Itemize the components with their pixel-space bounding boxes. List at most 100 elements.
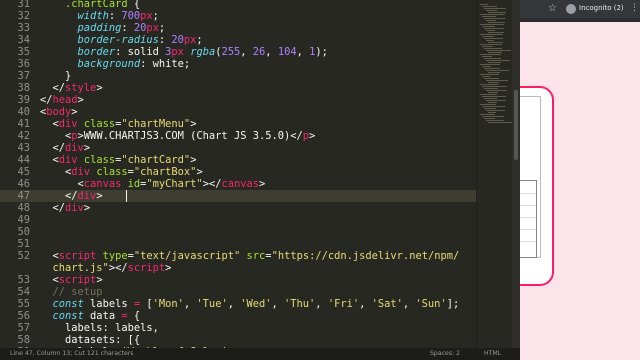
- minimap-line: [484, 118, 495, 119]
- line-number: 36: [17, 58, 30, 70]
- minimap-line: [480, 84, 498, 85]
- code-line[interactable]: 56 const data = {: [0, 310, 476, 322]
- code-text[interactable]: <script type="text/javascript" src="http…: [40, 250, 460, 262]
- chart-gridline: [520, 229, 536, 230]
- minimap-line: [480, 34, 503, 35]
- code-text[interactable]: // setup: [40, 286, 103, 298]
- minimap-line: [488, 32, 504, 33]
- line-number: 46: [17, 178, 30, 190]
- code-text[interactable]: .chartCard {: [40, 0, 140, 10]
- code-text[interactable]: <div class="chartCard">: [40, 154, 197, 166]
- code-text[interactable]: </div>: [40, 142, 91, 154]
- incognito-icon: [566, 4, 576, 14]
- minimap-line: [488, 22, 505, 23]
- code-line[interactable]: 53 <script>: [0, 274, 476, 286]
- code-line[interactable]: 55 const labels = ['Mon', 'Tue', 'Wed', …: [0, 298, 476, 310]
- minimap-line: [488, 52, 502, 53]
- code-line[interactable]: 34 border-radius: 20px;: [0, 34, 476, 46]
- code-text[interactable]: const data = {: [40, 310, 141, 322]
- minimap-line: [486, 60, 510, 61]
- minimap-line: [484, 48, 502, 49]
- line-number: 57: [17, 322, 30, 334]
- code-text[interactable]: <script>: [40, 274, 103, 286]
- indentation-setting[interactable]: Spaces: 2: [430, 348, 460, 360]
- code-line[interactable]: 39 </head>: [0, 94, 476, 106]
- star-icon[interactable]: ☆: [548, 3, 557, 14]
- code-line[interactable]: 44 <div class="chartCard">: [0, 154, 476, 166]
- code-line[interactable]: 48 </div>: [0, 202, 476, 214]
- browser-window: ☆ Incognito (2) ⋮: [520, 0, 640, 360]
- code-line[interactable]: 37 }: [0, 70, 476, 82]
- code-line[interactable]: 36 background: white;: [0, 58, 476, 70]
- incognito-label[interactable]: Incognito (2): [579, 4, 624, 12]
- minimap-line: [482, 86, 507, 87]
- code-text[interactable]: datasets: [{: [40, 334, 140, 346]
- code-line[interactable]: 38 </style>: [0, 82, 476, 94]
- code-text[interactable]: border: solid 3px rgba(255, 26, 104, 1);: [40, 46, 328, 58]
- code-text[interactable]: chart.js"></script>: [40, 262, 172, 274]
- minimap-line: [482, 66, 491, 67]
- code-line[interactable]: 50: [0, 226, 476, 238]
- code-text[interactable]: <p>WWW.CHARTJS3.COM (Chart JS 3.5.0)</p>: [40, 130, 315, 142]
- code-text[interactable]: border-radius: 20px;: [40, 34, 203, 46]
- editor-scrollbar[interactable]: [512, 0, 520, 348]
- code-line[interactable]: 31 .chartCard {: [0, 0, 476, 10]
- line-number: 56: [17, 310, 30, 322]
- code-text[interactable]: </head>: [40, 94, 84, 106]
- code-line[interactable]: 47 </div>: [0, 190, 476, 202]
- code-line[interactable]: 45 <div class="chartBox">: [0, 166, 476, 178]
- code-text[interactable]: padding: 20px;: [40, 22, 166, 34]
- code-line[interactable]: 49: [0, 214, 476, 226]
- code-line[interactable]: 43 </div>: [0, 142, 476, 154]
- code-line[interactable]: 46 <canvas id="myChart"></canvas>: [0, 178, 476, 190]
- code-text[interactable]: </div>: [40, 190, 103, 202]
- minimap-line: [486, 90, 507, 91]
- code-line[interactable]: 52 <script type="text/javascript" src="h…: [0, 250, 476, 262]
- code-text[interactable]: <body>: [40, 106, 78, 118]
- code-text[interactable]: <canvas id="myChart"></canvas>: [40, 178, 266, 190]
- code-line[interactable]: 40 <body>: [0, 106, 476, 118]
- minimap-line: [482, 76, 490, 77]
- code-text[interactable]: const labels = ['Mon', 'Tue', 'Wed', 'Th…: [40, 298, 460, 310]
- minimap[interactable]: [476, 0, 517, 348]
- code-line[interactable]: 54 // setup: [0, 286, 476, 298]
- minimap-line: [482, 116, 504, 117]
- code-text[interactable]: <div class="chartBox">: [40, 166, 203, 178]
- code-line[interactable]: 57 labels: labels,: [0, 322, 476, 334]
- code-text[interactable]: </div>: [40, 202, 91, 214]
- minimap-line: [480, 24, 504, 25]
- scrollbar-thumb[interactable]: [514, 90, 518, 160]
- chart-gridline: [520, 217, 536, 218]
- code-line[interactable]: 35 border: solid 3px rgba(255, 26, 104, …: [0, 46, 476, 58]
- code-text[interactable]: }: [40, 70, 71, 82]
- code-line[interactable]: 33 padding: 20px;: [0, 22, 476, 34]
- line-number: 34: [17, 34, 30, 46]
- code-line[interactable]: 42 <p>WWW.CHARTJS3.COM (Chart JS 3.5.0)<…: [0, 130, 476, 142]
- minimap-line: [480, 54, 501, 55]
- minimap-line: [486, 120, 504, 121]
- code-line[interactable]: 32 width: 700px;: [0, 10, 476, 22]
- code-line[interactable]: 58 datasets: [{: [0, 334, 476, 346]
- code-text[interactable]: width: 700px;: [40, 10, 159, 22]
- code-line[interactable]: 41 <div class="chartMenu">: [0, 118, 476, 130]
- code-editor[interactable]: 31 .chartCard {32 width: 700px; 33 paddin…: [0, 0, 476, 348]
- minimap-line: [488, 72, 500, 73]
- minimap-line: [482, 6, 497, 7]
- code-text[interactable]: labels: labels,: [40, 322, 159, 334]
- code-text[interactable]: </style>: [40, 82, 103, 94]
- code-line[interactable]: 51: [0, 238, 476, 250]
- minimap-line: [486, 80, 508, 81]
- code-line[interactable]: chart.js"></script>: [0, 262, 476, 274]
- line-number: 33: [17, 22, 30, 34]
- menu-icon[interactable]: ⋮: [630, 3, 639, 13]
- line-number: 53: [17, 274, 30, 286]
- code-text[interactable]: background: white;: [40, 58, 191, 70]
- minimap-line: [486, 50, 511, 51]
- minimap-line: [482, 106, 505, 107]
- minimap-line: [482, 26, 495, 27]
- minimap-line: [480, 114, 495, 115]
- minimap-line: [488, 62, 501, 63]
- syntax-mode[interactable]: HTML: [484, 348, 501, 360]
- minimap-line: [484, 88, 498, 89]
- code-text[interactable]: <div class="chartMenu">: [40, 118, 197, 130]
